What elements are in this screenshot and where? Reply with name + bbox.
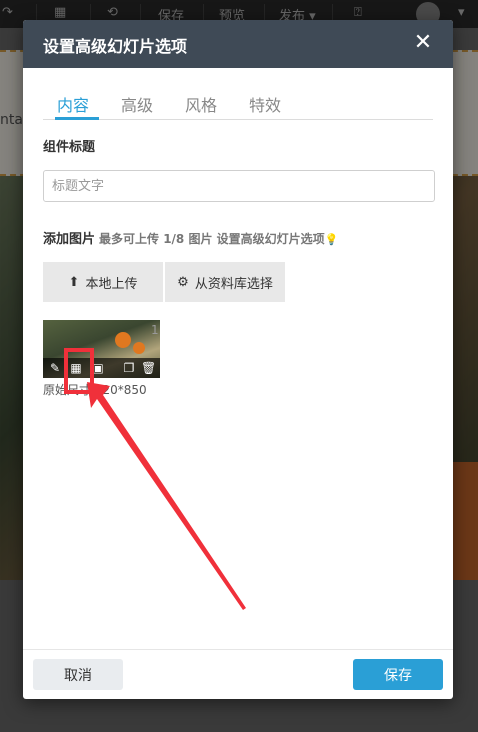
tab-effects[interactable]: 特效 <box>249 92 281 116</box>
upload-local-button[interactable]: ⬆ 本地上传 <box>43 262 163 302</box>
dialog-header: 设置高级幻灯片选项 ✕ <box>23 20 453 68</box>
title-input[interactable] <box>43 170 435 202</box>
original-size-text: 原始尺寸 920*850 <box>43 383 147 397</box>
copy-icon[interactable]: ❐ <box>122 361 136 375</box>
lightbulb-icon: 💡 <box>324 233 339 246</box>
image-thumbnail[interactable]: ✎ ▦ ▣ ❐ 🗑 <box>43 320 160 378</box>
dialog-tabs: 内容 高级 风格 特效 <box>43 90 433 120</box>
thumbnail-toolbar: ✎ ▦ ▣ ❐ 🗑 <box>43 358 160 378</box>
footer-divider <box>23 649 453 650</box>
trash-icon[interactable]: 🗑 <box>141 361 156 375</box>
close-icon[interactable]: ✕ <box>411 32 435 56</box>
tab-advanced[interactable]: 高级 <box>121 92 153 116</box>
dialog-title: 设置高级幻灯片选项 <box>43 37 188 56</box>
slideshow-settings-dialog: 设置高级幻灯片选项 ✕ 内容 高级 风格 特效 组件标题 添加图片最多可上传 1… <box>23 20 453 699</box>
tab-style[interactable]: 风格 <box>185 92 217 116</box>
choose-library-label: 从资料库选择 <box>194 275 273 291</box>
annotation-highlight-box <box>64 348 94 394</box>
gear-icon: ⚙ <box>177 274 189 289</box>
edit-pencil-icon[interactable]: ✎ <box>48 361 62 375</box>
upload-icon: ⬆ <box>68 274 80 289</box>
thumbnail-fruit <box>133 342 145 354</box>
thumbnail-fruit <box>115 332 131 348</box>
tab-content[interactable]: 内容 <box>57 92 89 116</box>
add-image-hint: 最多可上传 1/8 图片 设置高级幻灯片选项 <box>99 232 325 246</box>
thumbnail-index: 1 <box>151 323 159 337</box>
active-tab-indicator <box>55 117 99 120</box>
cancel-button[interactable]: 取消 <box>33 659 123 690</box>
save-button[interactable]: 保存 <box>353 659 443 690</box>
upload-local-label: 本地上传 <box>85 275 138 291</box>
choose-from-library-button[interactable]: ⚙ 从资料库选择 <box>165 262 285 302</box>
component-title-label: 组件标题 <box>43 140 96 155</box>
add-image-row: 添加图片 最多可上传 1/8 图片 设置高级幻灯片选项💡 <box>43 228 338 247</box>
add-image-label: 添加图片 <box>43 232 96 247</box>
